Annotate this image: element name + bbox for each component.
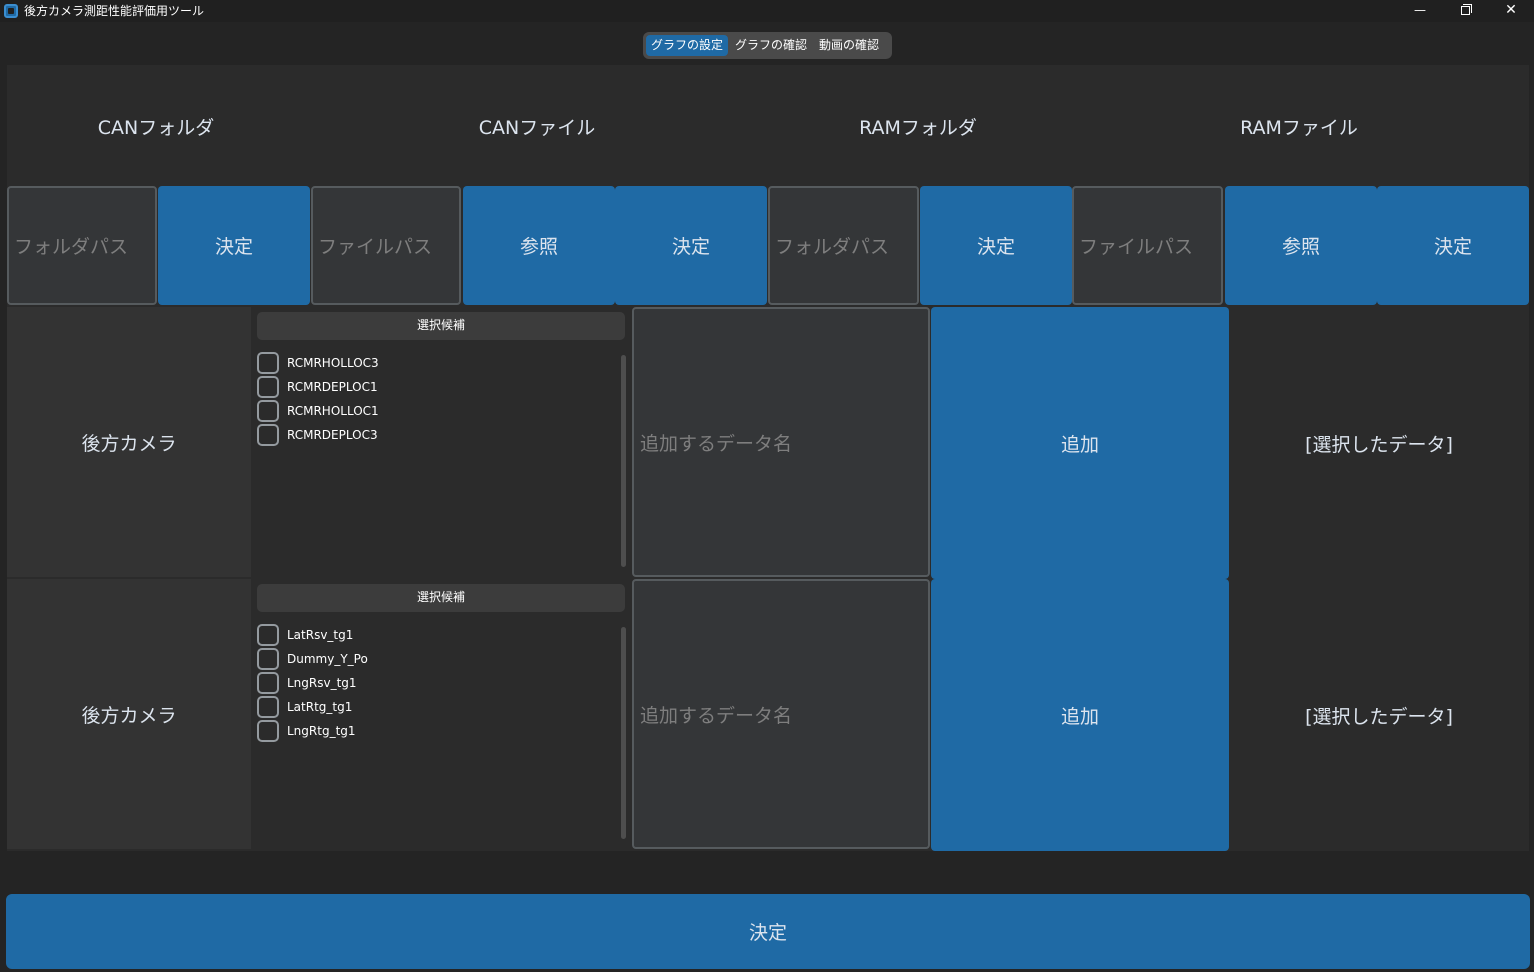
candidate-label: RCMRHOLLOC1 [287, 404, 379, 418]
candidate-label: LngRsv_tg1 [287, 676, 357, 690]
candidate-item[interactable]: RCMRHOLLOC3 [257, 351, 607, 375]
row2-data-name-input[interactable]: 追加するデータ名 [632, 579, 930, 849]
tab-video-check[interactable]: 動画の確認 [814, 35, 884, 56]
checkbox[interactable] [257, 424, 279, 446]
can-folder-heading: CANフォルダ [97, 117, 215, 139]
checkbox[interactable] [257, 376, 279, 398]
candidate-label: LngRtg_tg1 [287, 724, 356, 738]
row2-scrollbar[interactable] [621, 627, 626, 839]
row1-selected-data: [選択したデータ] [1229, 307, 1529, 579]
tab-bar: グラフの設定 グラフの確認 動画の確認 [643, 32, 892, 59]
checkbox[interactable] [257, 696, 279, 718]
row1-camera-label: 後方カメラ [7, 307, 251, 577]
restore-icon [1460, 4, 1472, 15]
ram-file-browse-button[interactable]: 参照 [1225, 186, 1377, 305]
checkbox[interactable] [257, 672, 279, 694]
ram-file-decide-button[interactable]: 決定 [1377, 186, 1529, 305]
minimize-button[interactable]: — [1397, 0, 1443, 22]
checkbox[interactable] [257, 720, 279, 742]
row1-data-name-input[interactable]: 追加するデータ名 [632, 307, 930, 577]
candidate-label: RCMRDEPLOC1 [287, 380, 378, 394]
row1-candidates-panel: 選択候補 RCMRHOLLOC3 RCMRDEPLOC1 RCMRHOLLOC1… [251, 307, 630, 577]
row2-candidate-list: LatRsv_tg1 Dummy_Y_Po LngRsv_tg1 LatRtg_… [257, 623, 607, 743]
row2-candidates-title: 選択候補 [257, 584, 625, 612]
row2-camera-label: 後方カメラ [7, 579, 251, 849]
maximize-button[interactable] [1442, 0, 1488, 22]
can-folder-path-input[interactable]: フォルダパス [7, 186, 157, 305]
app-icon [4, 4, 18, 18]
candidate-label: LatRsv_tg1 [287, 628, 354, 642]
final-decide-button[interactable]: 決定 [6, 894, 1530, 969]
candidate-item[interactable]: Dummy_Y_Po [257, 647, 607, 671]
candidate-item[interactable]: LatRsv_tg1 [257, 623, 607, 647]
close-button[interactable]: ✕ [1488, 0, 1534, 22]
checkbox[interactable] [257, 648, 279, 670]
checkbox[interactable] [257, 624, 279, 646]
row2-candidates-panel: 選択候補 LatRsv_tg1 Dummy_Y_Po LngRsv_tg1 La… [251, 579, 630, 849]
row2-selected-data: [選択したデータ] [1229, 579, 1529, 851]
window-title: 後方カメラ測距性能評価用ツール [24, 4, 205, 18]
ram-folder-decide-button[interactable]: 決定 [920, 186, 1072, 305]
row1-add-button[interactable]: 追加 [931, 307, 1229, 579]
ram-folder-heading: RAMフォルダ [859, 117, 977, 139]
checkbox[interactable] [257, 352, 279, 374]
ram-file-path-input[interactable]: ファイルパス [1072, 186, 1223, 305]
can-file-heading: CANファイル [478, 117, 596, 139]
candidate-item[interactable]: LatRtg_tg1 [257, 695, 607, 719]
can-file-browse-button[interactable]: 参照 [463, 186, 615, 305]
candidate-label: LatRtg_tg1 [287, 700, 353, 714]
ram-folder-path-input[interactable]: フォルダパス [768, 186, 919, 305]
ram-file-heading: RAMファイル [1240, 117, 1358, 139]
candidate-label: Dummy_Y_Po [287, 652, 368, 666]
can-file-decide-button[interactable]: 決定 [615, 186, 767, 305]
candidate-item[interactable]: LngRtg_tg1 [257, 719, 607, 743]
row1-candidate-list: RCMRHOLLOC3 RCMRDEPLOC1 RCMRHOLLOC1 RCMR… [257, 351, 607, 447]
candidate-label: RCMRHOLLOC3 [287, 356, 379, 370]
tab-graph-check[interactable]: グラフの確認 [730, 35, 812, 56]
checkbox[interactable] [257, 400, 279, 422]
candidate-item[interactable]: RCMRDEPLOC3 [257, 423, 607, 447]
candidate-item[interactable]: LngRsv_tg1 [257, 671, 607, 695]
title-bar: 後方カメラ測距性能評価用ツール — ✕ [0, 0, 1534, 22]
candidate-label: RCMRDEPLOC3 [287, 428, 378, 442]
row1-scrollbar[interactable] [621, 355, 626, 567]
row2-add-button[interactable]: 追加 [931, 579, 1229, 851]
can-folder-decide-button[interactable]: 決定 [158, 186, 310, 305]
tab-graph-settings[interactable]: グラフの設定 [646, 35, 729, 56]
candidate-item[interactable]: RCMRDEPLOC1 [257, 375, 607, 399]
row1-candidates-title: 選択候補 [257, 312, 625, 340]
can-file-path-input[interactable]: ファイルパス [311, 186, 461, 305]
candidate-item[interactable]: RCMRHOLLOC1 [257, 399, 607, 423]
